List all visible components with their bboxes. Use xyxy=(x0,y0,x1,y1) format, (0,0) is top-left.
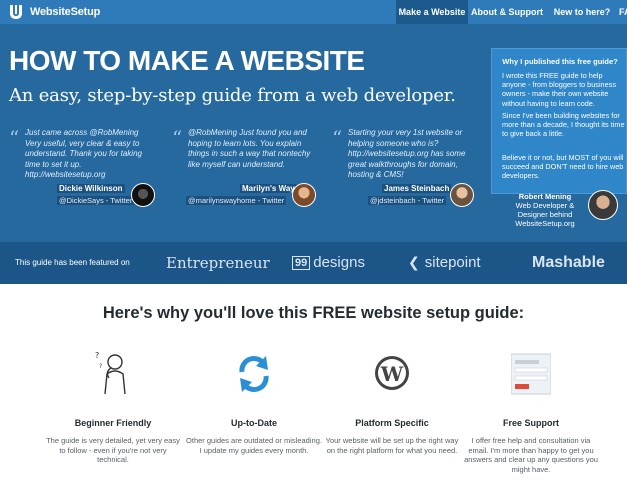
features-section-title: Here's why you'll love this FREE website… xyxy=(102,304,525,322)
99designs-logo: 99 designs xyxy=(292,254,365,271)
svg-text:W: W xyxy=(380,362,404,386)
testimonial-text: Just came across @RobMening Very useful,… xyxy=(25,128,142,179)
avatar xyxy=(450,183,474,207)
svg-text:?: ? xyxy=(99,363,102,370)
why-box-paragraph: I wrote this FREE guide to help anyone -… xyxy=(502,71,616,108)
top-navigation-bar: WebsiteSetup Make a Website About & Supp… xyxy=(0,0,627,24)
testimonial-author: Dickie Wilkinson xyxy=(57,184,125,193)
feature-description: Other guides are outdated or misleading.… xyxy=(186,436,322,455)
testimonial-author: James Steinbach xyxy=(382,184,452,193)
featured-on-strip: This guide has been featured on Entrepre… xyxy=(0,242,627,284)
logo-icon xyxy=(10,5,22,19)
featured-label: This guide has been featured on xyxy=(15,258,130,267)
author-site: WebsiteSetup.org xyxy=(515,219,575,228)
sitepoint-wordmark: sitepoint xyxy=(424,254,481,271)
site-logo[interactable]: WebsiteSetup xyxy=(8,3,100,21)
nav-faq[interactable]: FA xyxy=(617,0,627,24)
mashable-logo: Mashable xyxy=(532,254,605,271)
support-form-icon xyxy=(511,353,551,395)
feature-title: Up-to-Date xyxy=(231,418,277,428)
testimonial-handle[interactable]: @marilynswayhome - Twitter xyxy=(186,196,287,205)
why-box-title: Why I published this free guide? xyxy=(502,57,618,66)
page-title: HOW TO MAKE A WEBSITE xyxy=(9,45,365,76)
thinking-person-icon: ? ? xyxy=(95,351,126,395)
nav-new-to-here[interactable]: New to here? xyxy=(550,0,614,24)
quote-icon: “ xyxy=(172,126,183,150)
entrepreneur-logo: Entrepreneur xyxy=(166,254,270,272)
author-name: Robert Mening xyxy=(518,192,572,201)
testimonial-handle[interactable]: @jdsteinbach - Twitter xyxy=(368,196,447,205)
99designs-mark: 99 xyxy=(292,255,311,270)
nav-about-support[interactable]: About & Support xyxy=(470,0,544,24)
quote-icon: “ xyxy=(9,126,20,150)
avatar xyxy=(292,183,316,207)
avatar xyxy=(131,183,155,207)
why-published-box: Why I published this free guide? I wrote… xyxy=(491,48,627,194)
feature-title: Free Support xyxy=(502,418,559,428)
page-subtitle: An easy, step-by-step guide from a web d… xyxy=(9,85,456,106)
feature-description: Your website will be set up the right wa… xyxy=(325,436,459,455)
testimonial-text: Starting your very 1st website or helpin… xyxy=(348,128,466,179)
logo-text: WebsiteSetup xyxy=(30,6,101,18)
testimonial-author: Marilyn's Way xyxy=(240,184,297,193)
wordpress-icon: W xyxy=(375,356,409,390)
why-box-paragraph: Believe it or not, but MOST of you will … xyxy=(502,153,624,181)
feature-title: Beginner Friendly xyxy=(74,418,152,428)
99designs-wordmark: designs xyxy=(313,254,365,271)
author-avatar xyxy=(588,190,618,220)
refresh-icon xyxy=(239,356,269,392)
sitepoint-icon: ❮ xyxy=(408,254,420,270)
feature-description: I offer free help and consultation via e… xyxy=(464,436,598,474)
author-role-2: Designer behind xyxy=(517,210,573,219)
feature-title: Platform Specific xyxy=(355,418,429,428)
testimonial-text: @RobMening Just found you and hoping to … xyxy=(188,128,311,169)
author-signature: Robert Mening Web Developer & Designer b… xyxy=(500,192,590,228)
author-role: Web Developer & xyxy=(515,201,575,210)
nav-make-a-website[interactable]: Make a Website xyxy=(396,0,468,24)
testimonial-handle[interactable]: @DickieSays - Twitter xyxy=(57,196,135,205)
why-box-paragraph: Since I've been building websites for mo… xyxy=(502,111,625,139)
feature-description: The guide is very detailed, yet very eas… xyxy=(46,436,180,465)
sitepoint-logo: ❮ sitepoint xyxy=(408,254,481,271)
quote-icon: “ xyxy=(332,126,343,150)
svg-text:?: ? xyxy=(95,351,99,360)
